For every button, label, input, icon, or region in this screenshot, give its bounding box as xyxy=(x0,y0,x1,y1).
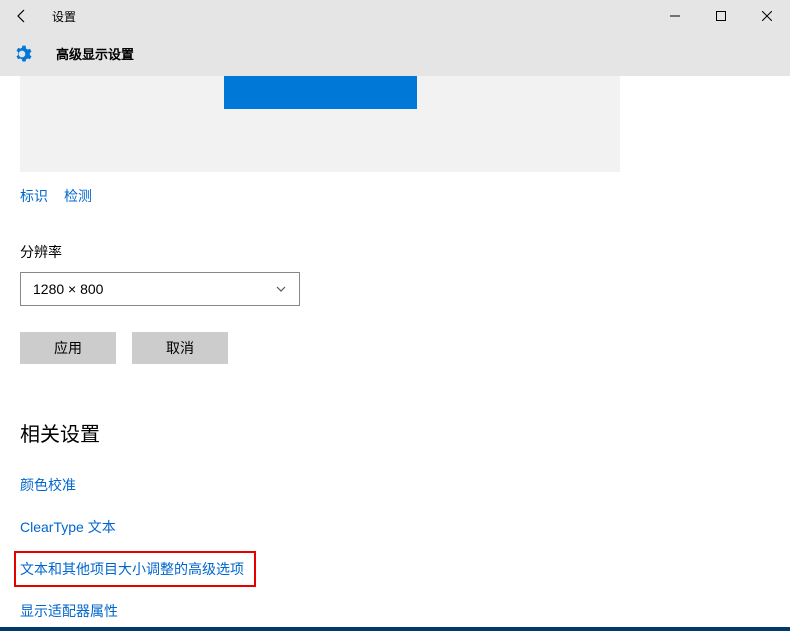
maximize-icon xyxy=(716,11,726,21)
chevron-down-icon xyxy=(275,283,287,295)
display-action-links: 标识 检测 xyxy=(20,186,770,206)
display-adapter-link[interactable]: 显示适配器属性 xyxy=(20,601,118,621)
apply-button[interactable]: 应用 xyxy=(20,332,116,364)
maximize-button[interactable] xyxy=(698,0,744,32)
detect-link[interactable]: 检测 xyxy=(64,186,92,206)
identify-link[interactable]: 标识 xyxy=(20,186,48,206)
header-bar: 高级显示设置 xyxy=(0,32,790,76)
resolution-label: 分辨率 xyxy=(20,242,770,262)
back-button[interactable] xyxy=(0,0,44,32)
minimize-icon xyxy=(670,11,680,21)
resolution-value: 1280 × 800 xyxy=(33,281,103,297)
minimize-button[interactable] xyxy=(652,0,698,32)
monitor-preview-area xyxy=(20,76,620,172)
title-bar: 设置 xyxy=(0,0,790,32)
bottom-bar xyxy=(0,627,790,631)
window-title: 设置 xyxy=(52,8,76,25)
gear-icon xyxy=(12,44,32,64)
related-links-list: 颜色校准 ClearType 文本 文本和其他项目大小调整的高级选项 显示适配器… xyxy=(20,475,770,621)
color-calibration-link[interactable]: 颜色校准 xyxy=(20,475,76,495)
resolution-dropdown[interactable]: 1280 × 800 xyxy=(20,272,300,306)
close-icon xyxy=(762,11,772,21)
button-row: 应用 取消 xyxy=(20,332,770,364)
advanced-sizing-link[interactable]: 文本和其他项目大小调整的高级选项 xyxy=(14,551,256,587)
back-arrow-icon xyxy=(14,8,30,24)
cleartype-text-link[interactable]: ClearType 文本 xyxy=(20,517,116,537)
content-area: 标识 检测 分辨率 1280 × 800 应用 取消 相关设置 颜色校准 Cle… xyxy=(0,76,790,621)
page-title: 高级显示设置 xyxy=(56,44,134,63)
monitor-preview[interactable] xyxy=(224,76,417,109)
cancel-button[interactable]: 取消 xyxy=(132,332,228,364)
close-button[interactable] xyxy=(744,0,790,32)
related-settings-heading: 相关设置 xyxy=(20,418,770,447)
window-controls xyxy=(652,0,790,32)
